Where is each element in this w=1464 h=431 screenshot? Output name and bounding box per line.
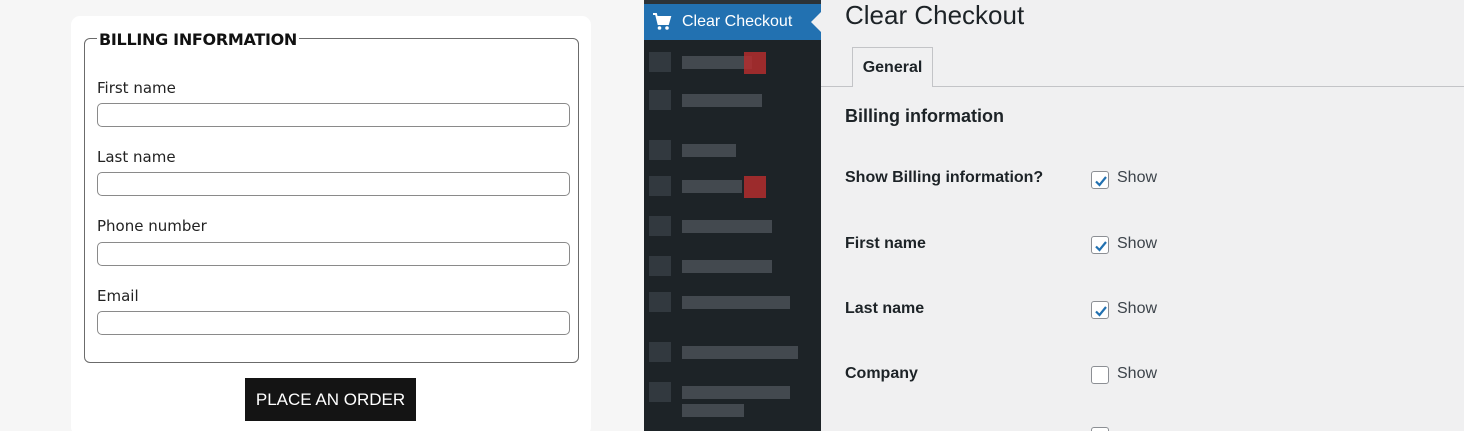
obscured-icon <box>649 216 671 236</box>
first-name-option-label: Show <box>1117 235 1158 252</box>
notification-badge <box>744 52 766 74</box>
obscured-label <box>682 260 772 273</box>
obscured-icon <box>649 256 671 276</box>
first-name-input[interactable] <box>97 103 570 127</box>
obscured-icon <box>649 382 671 402</box>
email-input[interactable] <box>97 311 570 335</box>
phone-number-input[interactable] <box>97 242 570 266</box>
sidebar-item-obscured[interactable] <box>644 136 821 164</box>
obscured-icon <box>649 342 671 362</box>
sidebar-item-obscured[interactable] <box>644 252 821 280</box>
obscured-label <box>682 346 798 359</box>
sidebar-item-obscured[interactable] <box>644 86 821 114</box>
sidebar-item-obscured[interactable] <box>644 48 821 76</box>
cart-icon <box>652 12 672 32</box>
notification-badge <box>744 176 766 198</box>
sidebar-item-obscured[interactable] <box>644 212 821 240</box>
obscured-icon <box>649 140 671 160</box>
sidebar-item-obscured[interactable] <box>644 172 821 200</box>
obscured-label <box>682 56 752 69</box>
show-billing-option-label: Show <box>1117 169 1158 186</box>
sidebar-item-obscured[interactable] <box>644 338 821 366</box>
page-title: Clear Checkout <box>845 0 1025 30</box>
company-checkbox[interactable] <box>1091 366 1109 384</box>
sidebar-item-label: Clear Checkout <box>682 13 793 30</box>
row-label-first-name: First name <box>845 235 926 252</box>
row-label-last-name: Last name <box>845 300 925 317</box>
tab-general[interactable]: General <box>852 47 933 87</box>
obscured-icon <box>649 90 671 110</box>
obscured-label <box>682 386 790 399</box>
admin-sidebar: Clear Checkout <box>644 0 821 431</box>
obscured-label <box>682 220 772 233</box>
active-item-arrow <box>811 12 821 32</box>
obscured-icon <box>649 52 671 72</box>
last-name-label: Last name <box>97 148 176 166</box>
obscured-label <box>682 296 790 309</box>
obscured-label <box>682 144 736 157</box>
obscured-label <box>682 94 762 107</box>
row-label-company: Company <box>845 365 918 382</box>
last-name-option-label: Show <box>1117 300 1158 317</box>
row-label-show-billing: Show Billing information? <box>845 169 1044 186</box>
place-order-button[interactable]: PLACE AN ORDER <box>245 378 416 421</box>
last-name-checkbox[interactable] <box>1091 301 1109 319</box>
sidebar-item-obscured[interactable] <box>644 378 821 422</box>
first-name-checkbox[interactable] <box>1091 236 1109 254</box>
email-label: Email <box>97 287 139 305</box>
next-row-checkbox[interactable] <box>1091 427 1109 431</box>
show-billing-checkbox[interactable] <box>1091 171 1109 189</box>
last-name-input[interactable] <box>97 172 570 196</box>
obscured-icon <box>649 292 671 312</box>
obscured-label <box>682 180 742 193</box>
phone-number-label: Phone number <box>97 217 207 235</box>
obscured-label <box>682 404 744 417</box>
billing-legend: BILLING INFORMATION <box>97 30 300 49</box>
section-title: Billing information <box>845 106 1004 126</box>
obscured-icon <box>649 176 671 196</box>
first-name-label: First name <box>97 79 176 97</box>
sidebar-item-obscured[interactable] <box>644 288 821 316</box>
sidebar-item-clear-checkout[interactable]: Clear Checkout <box>644 4 821 40</box>
company-option-label: Show <box>1117 365 1158 382</box>
